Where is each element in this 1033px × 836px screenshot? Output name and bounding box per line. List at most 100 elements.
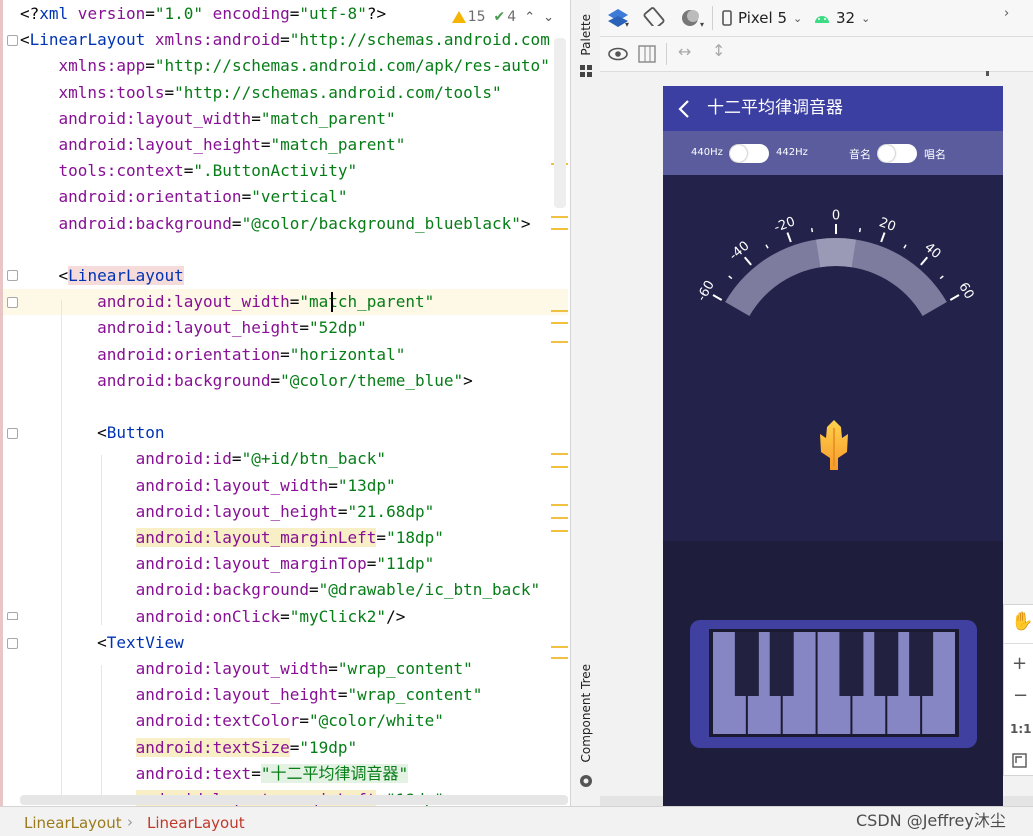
code-line[interactable]: android:layout_marginLeft="18dp" — [20, 525, 444, 551]
more-chevron-icon[interactable]: › — [1004, 6, 1009, 21]
warning-marker[interactable] — [551, 466, 568, 468]
next-highlight-icon[interactable]: ⌄ — [543, 10, 554, 25]
fold-marker[interactable] — [7, 297, 18, 308]
palette-tab[interactable]: Palette — [579, 14, 593, 56]
component-tree-tab[interactable]: Component Tree — [579, 664, 593, 762]
eye-icon[interactable] — [608, 46, 630, 62]
zoom-reset-button[interactable]: 1:1 — [1010, 722, 1032, 736]
warning-marker[interactable] — [551, 657, 568, 659]
code-line[interactable]: <Button — [20, 420, 165, 446]
previous-highlight-icon[interactable]: ⌃ — [524, 10, 535, 25]
api-level-selector[interactable]: 32 ⌄ — [814, 8, 870, 28]
code-line[interactable]: xmlns:tools="http://schemas.android.com/… — [20, 80, 502, 106]
zoom-in-icon[interactable]: + — [1012, 653, 1027, 674]
code-line[interactable]: android:layout_marginTop="11dp" — [20, 551, 435, 577]
night-mode-icon[interactable] — [680, 8, 702, 28]
view-toolbar: ↔ ↕ — [600, 37, 1033, 72]
code-line[interactable]: android:layout_width="13dp" — [20, 473, 396, 499]
zoom-to-fit-icon[interactable] — [1012, 753, 1027, 768]
inspection-widget[interactable]: 15 ✔ 4 ⌃ ⌄ — [445, 6, 554, 28]
code-line[interactable]: android:layout_width="match_parent" — [20, 106, 396, 132]
code-line[interactable]: android:background="@color/theme_blue"> — [20, 368, 473, 394]
warning-marker[interactable] — [551, 322, 568, 324]
warning-marker[interactable] — [551, 216, 568, 218]
code-line[interactable]: tools:context=".ButtonActivity" — [20, 158, 358, 184]
black-key[interactable] — [839, 632, 864, 696]
black-key[interactable] — [874, 632, 899, 696]
code-editor[interactable]: <?xml version="1.0" encoding="utf-8"?> <L… — [0, 0, 570, 806]
black-key[interactable] — [769, 632, 794, 696]
blueprint-icon[interactable] — [638, 45, 656, 63]
code-line[interactable]: android:onClick="myClick2"/> — [20, 604, 406, 630]
warning-marker[interactable] — [551, 341, 568, 343]
warning-marker[interactable] — [551, 310, 568, 312]
fold-marker[interactable] — [7, 612, 18, 620]
code-line[interactable]: android:layout_height="match_parent" — [20, 132, 406, 158]
watermark: CSDN @Jeffrey沐尘 — [856, 811, 1006, 830]
code-token: android:orientation — [20, 344, 281, 364]
back-arrow-icon[interactable] — [677, 99, 691, 119]
warning-marker[interactable] — [551, 453, 568, 455]
code-line[interactable]: android:id="@+id/btn_back" — [20, 446, 386, 472]
code-line[interactable]: android:layout_height="wrap_content" — [20, 682, 483, 708]
palette-icon[interactable] — [579, 64, 593, 78]
gauge-minor-tick — [765, 244, 769, 249]
device-selector[interactable]: Pixel 5 ⌄ — [722, 8, 802, 28]
warning-marker[interactable] — [551, 228, 568, 230]
text-caret — [331, 292, 333, 312]
black-key[interactable] — [909, 632, 934, 696]
code-line[interactable]: android:orientation="horizontal" — [20, 342, 405, 368]
breadcrumb-item[interactable]: LinearLayout — [147, 814, 245, 832]
pan-hand-icon[interactable]: ✋ — [1011, 611, 1033, 632]
code-line[interactable]: android:layout_height="21.68dp" — [20, 499, 435, 525]
black-key[interactable] — [734, 632, 759, 696]
code-line[interactable]: android:text="十二平均律调音器" — [20, 761, 409, 787]
code-line[interactable]: <TextView — [20, 630, 184, 656]
fold-marker[interactable] — [7, 638, 18, 649]
resize-handle[interactable] — [986, 71, 989, 76]
weak-warnings-count[interactable]: ✔ 4 — [494, 9, 517, 25]
piano-keyboard[interactable] — [709, 629, 959, 737]
warning-marker[interactable] — [551, 530, 568, 532]
code-token: "1.0" — [154, 4, 204, 23]
mode-switch[interactable] — [877, 144, 917, 163]
code-token: Button — [106, 423, 165, 443]
code-line[interactable]: android:background="@color/background_bl… — [20, 211, 531, 237]
code-line[interactable]: android:textSize="19dp" — [20, 735, 357, 761]
warnings-count[interactable]: 15 — [451, 9, 486, 25]
horizontal-scrollbar[interactable] — [20, 795, 568, 805]
code-line[interactable]: <LinearLayout — [20, 263, 184, 289]
code-line[interactable]: android:layout_width="match_parent" — [20, 289, 434, 315]
code-token: android:text — [20, 763, 252, 783]
fold-marker[interactable] — [7, 428, 18, 439]
code-token: xml — [39, 4, 69, 23]
code-line[interactable]: android:orientation="vertical" — [20, 184, 348, 210]
code-line[interactable]: <?xml version="1.0" encoding="utf-8"?> — [20, 1, 386, 27]
freq-switch[interactable] — [729, 144, 769, 163]
code-token: android:textSize — [135, 737, 290, 757]
warning-marker[interactable] — [551, 646, 568, 648]
breadcrumb-item[interactable]: LinearLayout — [24, 814, 122, 832]
code-line[interactable]: android:layout_width="wrap_content" — [20, 656, 473, 682]
code-line[interactable]: android:textColor="@color/white" — [20, 708, 444, 734]
component-tree-icon[interactable] — [579, 774, 593, 788]
code-line[interactable]: android:background="@drawable/ic_btn_bac… — [20, 577, 541, 603]
code-token: = — [299, 711, 309, 731]
code-line[interactable]: xmlns:app="http://schemas.android.com/ap… — [20, 53, 550, 79]
vertical-resize-icon[interactable]: ↕ — [712, 41, 725, 60]
code-token: "52dp" — [309, 318, 367, 338]
fold-marker[interactable] — [7, 270, 18, 281]
phone-preview[interactable]: 十二平均律调音器 440Hz 442Hz 音名 唱名 -60 -40 -20 0 20 4… — [663, 86, 1003, 806]
horizontal-resize-icon[interactable]: ↔ — [678, 42, 691, 61]
gauge-tick-label: -60 — [694, 278, 718, 304]
orientation-icon[interactable] — [642, 6, 666, 26]
code-line[interactable]: <LinearLayout xmlns:android="http://sche… — [20, 27, 550, 53]
code-token: = — [337, 501, 348, 521]
warning-marker[interactable] — [551, 504, 568, 506]
vertical-scrollbar[interactable] — [554, 38, 566, 208]
fold-marker[interactable] — [7, 35, 18, 46]
code-token: android:layout_width — [20, 108, 252, 128]
zoom-out-icon[interactable]: − — [1013, 685, 1028, 706]
code-line[interactable]: android:layout_height="52dp" — [20, 315, 367, 341]
warning-marker[interactable] — [551, 517, 568, 519]
